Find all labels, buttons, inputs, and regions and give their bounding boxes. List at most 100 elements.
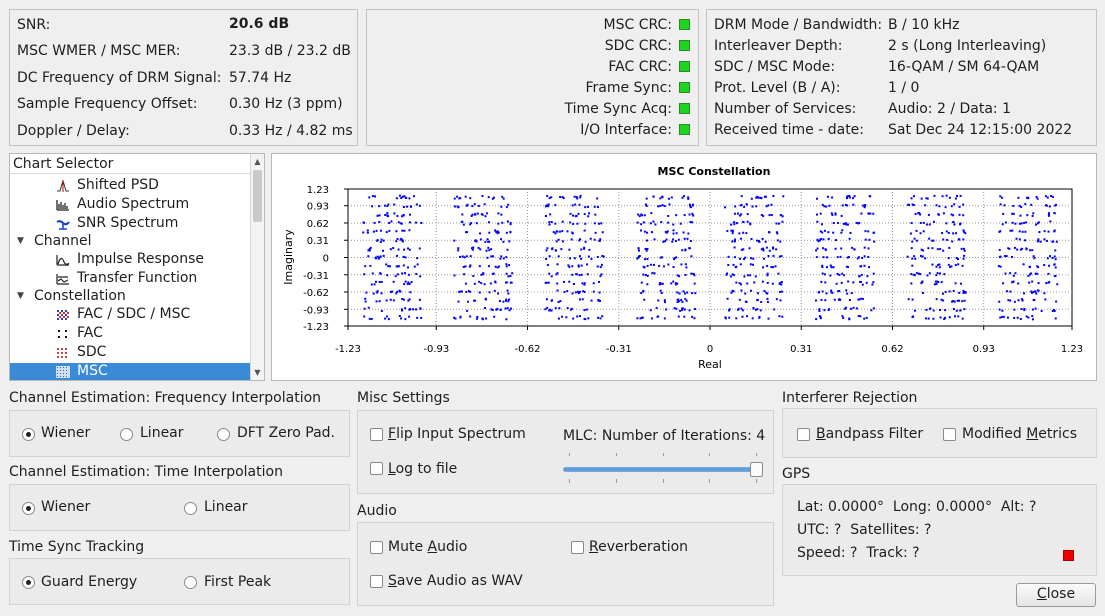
constellation-point: [656, 315, 659, 318]
constellation-point: [1012, 274, 1015, 277]
constellation-point: [500, 205, 503, 208]
constellation-point: [1044, 298, 1047, 301]
radio-label[interactable]: Linear: [140, 425, 184, 441]
mlc-iterations-slider[interactable]: [563, 453, 763, 483]
constellation-point: [819, 315, 822, 318]
constellation-point: [544, 215, 547, 218]
radio-label[interactable]: Guard Energy: [41, 574, 137, 590]
flip-input-spectrum-checkbox[interactable]: [370, 428, 383, 441]
constellation-point: [815, 256, 818, 259]
radio-guard-energy[interactable]: [22, 576, 35, 589]
scroll-thumb[interactable]: [253, 170, 262, 222]
scroll-up-icon[interactable]: ▲: [251, 155, 264, 168]
modified-metrics-label[interactable]: Modified Metrics: [962, 426, 1077, 442]
close-button[interactable]: Close: [1016, 583, 1096, 607]
constellation-point: [1012, 280, 1015, 283]
time-interpolation-group: Wiener Linear: [9, 484, 350, 531]
reverberation-checkbox[interactable]: [571, 541, 584, 554]
tree-item-label: Channel: [34, 233, 92, 249]
constellation-point: [1034, 272, 1037, 275]
mute-audio-label[interactable]: Mute Audio: [388, 539, 467, 555]
constellation-point: [379, 229, 382, 232]
constellation-point: [670, 282, 673, 285]
tree-item-channel[interactable]: ▼ Channel: [10, 233, 252, 251]
constellation-point: [746, 213, 749, 216]
tree-item-msc[interactable]: MSC: [10, 363, 252, 380]
constellation-point: [465, 290, 468, 293]
constellation-point: [1007, 299, 1010, 302]
constellation-point: [1027, 197, 1030, 200]
constellation-point: [961, 264, 964, 267]
tree-item-impulse-response[interactable]: Impulse Response: [10, 251, 252, 269]
constellation-point: [569, 308, 572, 311]
constellation-point: [363, 307, 366, 310]
constellation-point: [672, 280, 675, 283]
log-to-file-label[interactable]: Log to file: [388, 461, 457, 477]
constellation-point: [676, 274, 679, 277]
tree-item-fac-sdc-msc[interactable]: FAC / SDC / MSC: [10, 306, 252, 324]
constellation-point: [1030, 291, 1033, 294]
radio-label[interactable]: First Peak: [204, 574, 271, 590]
constellation-point: [667, 197, 670, 200]
constellation-point: [740, 289, 743, 292]
constellation-point: [853, 195, 856, 198]
scroll-down-icon[interactable]: ▼: [251, 366, 264, 379]
tree-item-fac[interactable]: FAC: [10, 325, 252, 343]
constellation-point: [672, 229, 675, 232]
constellation-point: [957, 263, 960, 266]
log-to-file-checkbox[interactable]: [370, 462, 383, 475]
constellation-point: [483, 203, 486, 206]
tree-item-audio-spectrum[interactable]: Audio Spectrum: [10, 196, 252, 214]
radio-label[interactable]: Linear: [204, 499, 248, 515]
bandpass-filter-label[interactable]: Bandpass Filter: [816, 426, 923, 442]
save-audio-wav-label[interactable]: Save Audio as WAV: [388, 573, 523, 589]
constellation-point: [950, 265, 953, 268]
mute-audio-checkbox[interactable]: [370, 541, 383, 554]
constellation-point: [694, 292, 697, 295]
bandpass-filter-checkbox[interactable]: [797, 428, 810, 441]
tree-item-shifted-psd[interactable]: Shifted PSD: [10, 177, 252, 195]
radio-label[interactable]: Wiener: [41, 499, 90, 515]
radio-label[interactable]: DFT Zero Pad.: [237, 425, 335, 441]
constellation-point: [1003, 204, 1006, 207]
constellation-point: [860, 273, 863, 276]
tree-item-snr-spectrum[interactable]: SNR Spectrum: [10, 215, 252, 233]
constellation-point: [662, 240, 665, 243]
y-tick-label: -0.31: [303, 271, 329, 282]
modified-metrics-checkbox[interactable]: [943, 428, 956, 441]
constellation-point: [600, 273, 603, 276]
constellation-point: [817, 291, 820, 294]
radio-label[interactable]: Wiener: [41, 425, 90, 441]
radio-wiener-freq[interactable]: [22, 428, 35, 441]
flip-input-spectrum-label[interactable]: Flip Input Spectrum: [388, 426, 526, 442]
constellation-point: [572, 317, 575, 320]
radio-dft-zero-pad[interactable]: [217, 428, 230, 441]
constellation-point: [840, 231, 843, 234]
constellation-point: [571, 265, 574, 268]
tree-item-label: Transfer Function: [77, 270, 198, 286]
radio-wiener-time[interactable]: [22, 502, 35, 515]
reverberation-label[interactable]: Reverberation: [589, 539, 688, 555]
tree-item-sdc[interactable]: SDC: [10, 344, 252, 362]
constellation-point: [953, 300, 956, 303]
constellation-point: [1011, 255, 1014, 258]
constellation-point: [418, 204, 421, 207]
constellation-point: [388, 265, 391, 268]
radio-first-peak[interactable]: [184, 576, 197, 589]
radio-linear-freq[interactable]: [120, 428, 133, 441]
constellation-point: [365, 291, 368, 294]
constellation-point: [834, 213, 837, 216]
radio-linear-time[interactable]: [184, 502, 197, 515]
expand-arrow-icon[interactable]: ▼: [17, 291, 24, 301]
constellation-point: [568, 257, 571, 260]
save-audio-wav-checkbox[interactable]: [370, 575, 383, 588]
tree-scrollbar[interactable]: ▲ ▼: [250, 154, 264, 380]
constellation-point: [505, 256, 508, 259]
chart-selector-tree[interactable]: Chart Selector Shifted PSD Audio Spectru…: [9, 153, 265, 381]
constellation-point: [568, 248, 571, 251]
constellation-point: [561, 220, 564, 223]
slider-handle[interactable]: [750, 462, 763, 477]
tree-item-constellation[interactable]: ▼ Constellation: [10, 288, 252, 306]
tree-item-transfer-function[interactable]: Transfer Function: [10, 270, 252, 288]
expand-arrow-icon[interactable]: ▼: [17, 236, 24, 246]
